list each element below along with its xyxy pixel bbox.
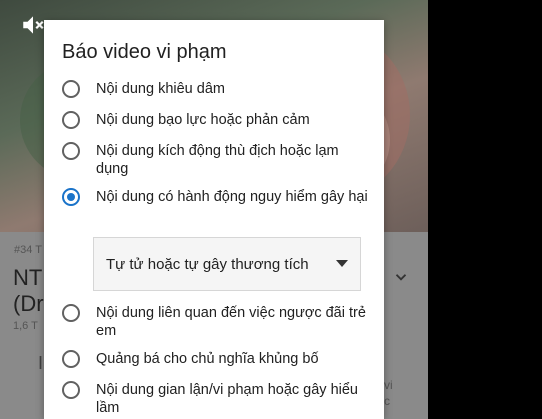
report-video-dialog: Báo video vi phạm Nội dung khiêu dâm Nội… (44, 20, 384, 419)
mute-icon[interactable] (20, 12, 46, 38)
dialog-title: Báo video vi phạm (62, 41, 227, 63)
radio-button[interactable] (62, 304, 80, 322)
radio-button[interactable] (62, 350, 80, 368)
dropdown-arrow-icon (336, 260, 348, 267)
select-value: Tự tử hoặc tự gây thương tích (106, 256, 309, 273)
radio-button[interactable] (62, 80, 80, 98)
option-label: Quảng bá cho chủ nghĩa khủng bố (96, 351, 319, 367)
radio-button[interactable] (62, 142, 80, 160)
radio-button[interactable] (62, 381, 80, 399)
option-label: Nội dung có hành động nguy hiểm gây hại (96, 189, 368, 205)
background-text: I (38, 353, 44, 373)
option-label: Nội dung gian lận/vi phạm hoặc gây hiểu … (96, 382, 358, 416)
option-label: Nội dung liên quan đến việc ngược đãi tr… (96, 305, 366, 339)
background-text: c (384, 394, 390, 408)
subcategory-select[interactable]: Tự tử hoặc tự gây thương tích (93, 237, 361, 291)
option-label: Nội dung kích động thù địch hoặc lạm dụn… (96, 143, 339, 177)
radio-button-selected[interactable] (62, 188, 80, 206)
option-label: Nội dung khiêu dâm (96, 81, 225, 97)
radio-button[interactable] (62, 111, 80, 129)
option-label: Nội dung bạo lực hoặc phản cảm (96, 112, 310, 128)
view-count: 1,6 T (13, 320, 38, 332)
trending-rank: #34 T (14, 244, 42, 256)
background-text: vi (384, 378, 393, 392)
chevron-down-icon[interactable] (392, 268, 410, 286)
